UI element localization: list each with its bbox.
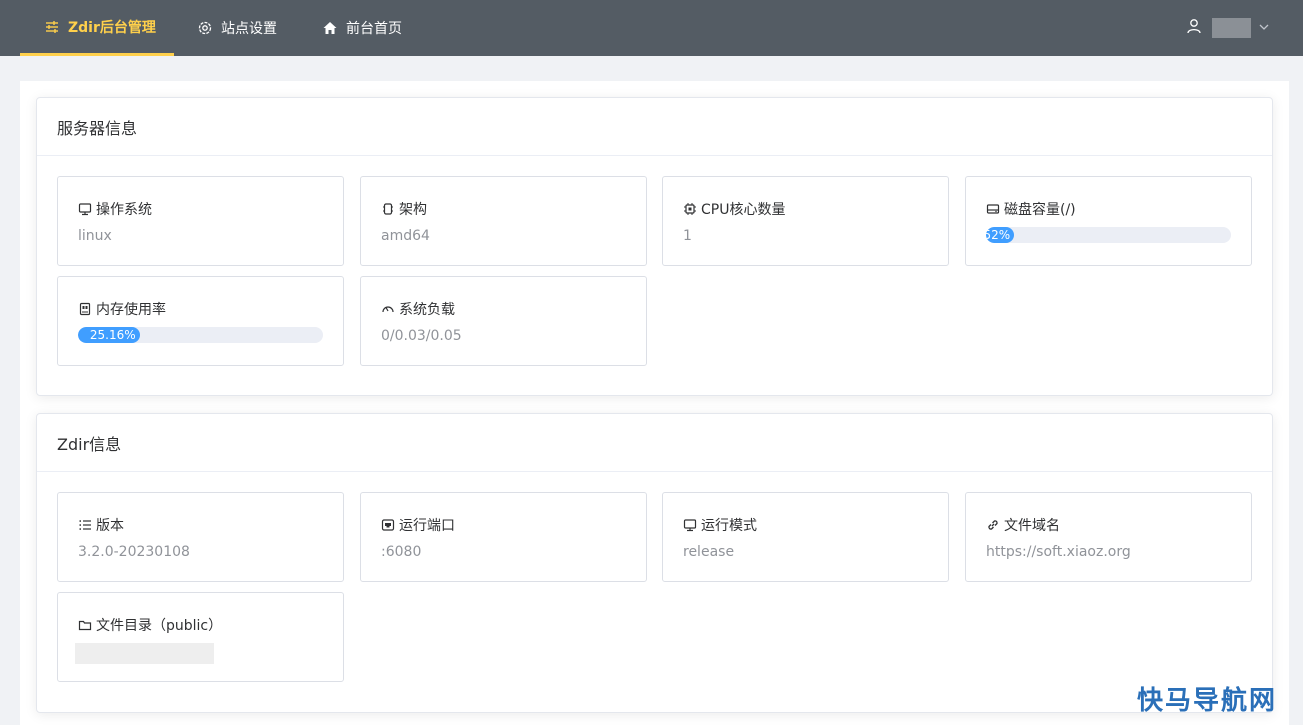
item-label: CPU核心数量 <box>683 199 785 219</box>
nav-admin-home[interactable]: Zdir后台管理 <box>20 0 174 56</box>
server-info-card: 服务器信息 操作系统 linux 架构 amd64 CPU核心数量 1 磁盘容量… <box>36 97 1273 396</box>
info-item-arch: 架构 amd64 <box>360 176 647 266</box>
gear-icon <box>197 20 213 36</box>
item-label-text: 内存使用率 <box>96 302 166 318</box>
item-label-text: 系统负载 <box>399 302 455 318</box>
zdir-info-card: Zdir信息 版本 3.2.0-20230108 运行端口 :6080 运行模式… <box>36 413 1273 713</box>
gauge-icon <box>381 302 395 316</box>
item-label: 操作系统 <box>78 199 152 219</box>
info-item-cpu: CPU核心数量 1 <box>662 176 949 266</box>
disk-progress-fill: 11.52% <box>986 227 1015 243</box>
disk-progress-bar: 11.52% <box>986 227 1231 243</box>
disk-progress-text: 11.52% <box>986 228 1011 242</box>
chip-icon <box>381 202 395 216</box>
item-label: 文件域名 <box>986 515 1060 535</box>
info-item-memory: 内存使用率 25.16% <box>57 276 344 366</box>
port-icon <box>381 518 395 532</box>
item-label: 磁盘容量(/) <box>986 199 1076 219</box>
item-value: 0/0.03/0.05 <box>381 328 462 344</box>
item-value: amd64 <box>381 228 430 244</box>
item-label-text: 文件域名 <box>1004 518 1060 534</box>
top-navbar: Zdir后台管理 站点设置 前台首页 <box>0 0 1303 56</box>
nav-site-settings[interactable]: 站点设置 <box>197 0 277 56</box>
item-label-text: 操作系统 <box>96 202 152 218</box>
item-label-text: 磁盘容量(/) <box>1004 202 1076 218</box>
item-value: https://soft.xiaoz.org <box>986 544 1131 560</box>
item-label: 运行模式 <box>683 515 757 535</box>
item-value: 3.2.0-20230108 <box>78 544 190 560</box>
sliders-icon <box>44 19 60 35</box>
link-icon <box>986 518 1000 532</box>
cpu-icon <box>683 202 697 216</box>
card-title: Zdir信息 <box>37 414 1272 472</box>
item-label-text: 版本 <box>96 518 124 534</box>
disk-icon <box>986 202 1000 216</box>
info-item-port: 运行端口 :6080 <box>360 492 647 582</box>
monitor-icon <box>683 518 697 532</box>
directory-value-redacted <box>75 643 214 664</box>
info-item-load: 系统负载 0/0.03/0.05 <box>360 276 647 366</box>
item-label-text: 架构 <box>399 202 427 218</box>
info-item-directory: 文件目录（public） <box>57 592 344 682</box>
memory-progress-text: 25.16% <box>89 328 136 342</box>
nav-home-label: 前台首页 <box>346 21 402 37</box>
nav-settings-label: 站点设置 <box>221 21 277 37</box>
folder-icon <box>78 618 92 632</box>
card-title: 服务器信息 <box>37 98 1272 156</box>
item-value: release <box>683 544 735 560</box>
info-item-mode: 运行模式 release <box>662 492 949 582</box>
home-icon <box>322 20 338 36</box>
info-item-disk: 磁盘容量(/) 11.52% <box>965 176 1252 266</box>
list-icon <box>78 518 92 532</box>
nav-brand-label: Zdir后台管理 <box>68 19 156 36</box>
item-label: 系统负载 <box>381 299 455 319</box>
site-watermark: 快马导航网 <box>1136 686 1277 716</box>
memory-icon <box>78 302 92 316</box>
item-label-text: CPU核心数量 <box>701 202 786 218</box>
item-label-text: 文件目录（public） <box>96 618 223 634</box>
item-label-text: 运行模式 <box>701 518 757 534</box>
item-label-text: 运行端口 <box>399 518 455 534</box>
item-label: 运行端口 <box>381 515 455 535</box>
chevron-down-icon <box>1259 21 1269 35</box>
memory-progress-fill: 25.16% <box>78 327 140 343</box>
item-value: :6080 <box>381 544 422 560</box>
info-item-domain: 文件域名 https://soft.xiaoz.org <box>965 492 1252 582</box>
item-value: 1 <box>683 228 692 244</box>
item-label: 版本 <box>78 515 124 535</box>
item-label: 架构 <box>381 199 427 219</box>
monitor-icon <box>78 202 92 216</box>
item-value: linux <box>78 228 112 244</box>
user-menu[interactable] <box>1186 0 1269 56</box>
username-redacted <box>1212 18 1251 38</box>
info-item-os: 操作系统 linux <box>57 176 344 266</box>
memory-progress-bar: 25.16% <box>78 327 323 343</box>
item-label: 文件目录（public） <box>78 615 222 635</box>
item-label: 内存使用率 <box>78 299 166 319</box>
main-content: 服务器信息 操作系统 linux 架构 amd64 CPU核心数量 1 磁盘容量… <box>20 81 1289 725</box>
info-item-version: 版本 3.2.0-20230108 <box>57 492 344 582</box>
user-icon <box>1186 18 1202 38</box>
nav-frontend-home[interactable]: 前台首页 <box>322 0 402 56</box>
